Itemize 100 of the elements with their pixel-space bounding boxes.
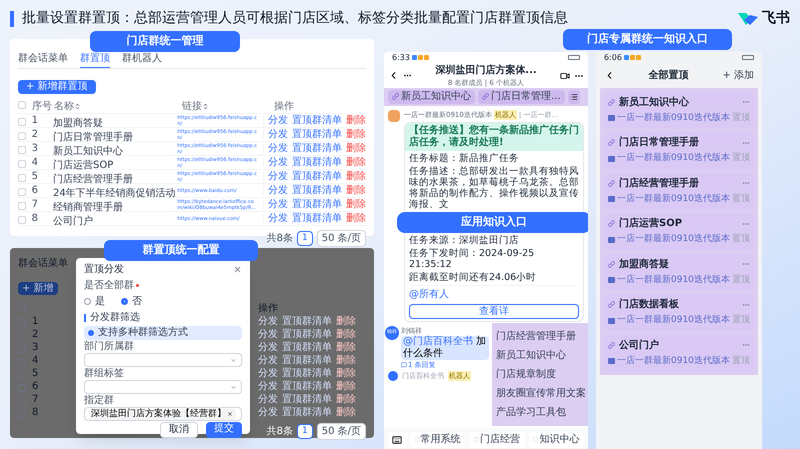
action-link[interactable]: 分发	[258, 368, 278, 378]
delete-link[interactable]: 删除	[346, 130, 366, 140]
action-link[interactable]: 置顶群清单	[292, 116, 342, 126]
action-link[interactable]: 置顶群清单	[292, 214, 342, 224]
add-button[interactable]: + 添加	[722, 68, 754, 83]
checkbox[interactable]	[18, 174, 26, 182]
page-button[interactable]: 1	[296, 424, 313, 440]
notification-icons	[412, 55, 429, 60]
action-link[interactable]: 分发	[268, 116, 288, 126]
action-link[interactable]: 分发	[258, 356, 278, 366]
delete-link[interactable]: 删除	[346, 186, 366, 196]
checkbox[interactable]	[18, 118, 26, 126]
action-link[interactable]: 分发	[258, 330, 278, 340]
page-size-select[interactable]: 50 条/页	[316, 230, 366, 247]
delete-link[interactable]: 删除	[336, 330, 356, 340]
action-link[interactable]: 置顶群清单	[292, 172, 342, 182]
checkbox[interactable]	[18, 100, 26, 108]
checkbox[interactable]	[18, 132, 26, 140]
submit-button[interactable]: 提交	[206, 422, 242, 438]
pin-source: 一店一群最新0910迭代版本	[617, 233, 730, 246]
menu-item[interactable]: 产品学习工具包	[492, 402, 588, 422]
action-link[interactable]: 分发	[268, 200, 288, 210]
action-link[interactable]: 分发	[258, 382, 278, 392]
delete-link[interactable]: 删除	[336, 382, 356, 392]
action-link[interactable]: 分发	[268, 214, 288, 224]
radio-option[interactable]: 是	[84, 294, 105, 309]
action-link[interactable]: 分发	[258, 316, 278, 326]
select-field[interactable]	[84, 353, 242, 367]
pinned-item[interactable]: 门店运营SOP 一店一群最新0910迭代版本 置顶	[604, 213, 754, 250]
delete-link[interactable]: 删除	[336, 408, 356, 418]
checkbox[interactable]	[18, 146, 26, 154]
action-link[interactable]: 置顶群清单	[282, 394, 332, 404]
pinned-item[interactable]: 公司门户 一店一群最新0910迭代版本 置顶	[604, 334, 754, 371]
delete-link[interactable]: 删除	[346, 116, 366, 126]
pinned-item[interactable]: 门店数据看板 一店一群最新0910迭代版本 置顶	[604, 294, 754, 330]
action-link[interactable]: 置顶群清单	[282, 408, 332, 418]
tab[interactable]: 群会话菜单	[18, 51, 68, 68]
delete-link[interactable]: 删除	[346, 214, 366, 224]
menu-item[interactable]: 门店规章制度	[492, 364, 588, 384]
delete-link[interactable]: 删除	[346, 172, 366, 182]
keyboard-button[interactable]	[388, 432, 406, 448]
pinned-item[interactable]: 新员工知识中心 一店一群最新0910迭代版本 置顶	[604, 92, 754, 128]
action-link[interactable]: 置顶群清单	[292, 144, 342, 154]
tab[interactable]: 群机器人	[122, 51, 162, 68]
checkbox[interactable]	[18, 188, 26, 196]
add-button[interactable]: + 新增群置顶	[18, 80, 96, 94]
cancel-button[interactable]: 取消	[160, 422, 198, 438]
action-link[interactable]: 置顶群清单	[282, 382, 332, 392]
action-link[interactable]: 置顶群清单	[282, 368, 332, 378]
sort-icon[interactable]	[202, 102, 209, 110]
action-link[interactable]: 置顶群清单	[292, 186, 342, 196]
details-button[interactable]: 查看详	[409, 304, 579, 318]
delete-link[interactable]: 删除	[346, 158, 366, 168]
pinned-item[interactable]: 门店日常管理手册 一店一群最新0910迭代版本 置顶	[604, 132, 754, 168]
checkbox[interactable]	[18, 202, 26, 210]
pinned-tab[interactable]: 门店日常管理...	[478, 90, 565, 104]
action-link[interactable]: 置顶群清单	[292, 130, 342, 140]
pinned-list-button[interactable]	[568, 90, 580, 104]
delete-link[interactable]: 删除	[336, 316, 356, 326]
action-link[interactable]: 分发	[258, 342, 278, 352]
action-link[interactable]: 置顶群清单	[292, 200, 342, 210]
delete-link[interactable]: 删除	[336, 342, 356, 352]
menu-item[interactable]: 朋友圈宣传常用文案	[492, 384, 588, 402]
action-link[interactable]: 置顶群清单	[282, 356, 332, 366]
menu-tab[interactable]: 门店经营	[469, 432, 525, 448]
action-link[interactable]: 分发	[268, 172, 288, 182]
action-link[interactable]: 分发	[268, 158, 288, 168]
tab[interactable]: 群置顶	[80, 51, 110, 68]
delete-link[interactable]: 删除	[336, 368, 356, 378]
radio-option[interactable]: 否	[121, 294, 142, 309]
menu-item[interactable]: 新员工知识中心	[492, 346, 588, 364]
action-link[interactable]: 分发	[268, 130, 288, 140]
row-name: 门店经营管理手册	[52, 174, 133, 184]
menu-tab[interactable]: 常用系统	[410, 432, 466, 448]
page-size-select[interactable]: 50 条/页	[316, 423, 366, 440]
pinned-item[interactable]: 加盟商答疑 一店一群最新0910迭代版本 置顶	[604, 254, 754, 290]
pinned-item[interactable]: 门店经营管理手册 一店一群最新0910迭代版本 置顶	[604, 172, 754, 209]
delete-link[interactable]: 删除	[336, 394, 356, 404]
action-link[interactable]: 分发	[268, 186, 288, 196]
sort-icon[interactable]	[74, 102, 81, 110]
action-link[interactable]: 置顶群清单	[282, 316, 332, 326]
delete-link[interactable]: 删除	[336, 356, 356, 366]
menu-tab[interactable]: 知识中心	[528, 432, 584, 448]
action-link[interactable]: 分发	[258, 408, 278, 418]
action-link[interactable]: 分发	[268, 144, 288, 154]
remove-icon[interactable]	[227, 411, 233, 417]
delete-link[interactable]: 删除	[346, 200, 366, 210]
checkbox[interactable]	[18, 216, 26, 224]
action-link[interactable]: 置顶群清单	[292, 158, 342, 168]
action-link[interactable]: 置顶群清单	[282, 342, 332, 352]
select-field[interactable]	[84, 380, 242, 394]
pin-tag: 置顶	[732, 314, 750, 328]
page-button[interactable]: 1	[296, 230, 313, 246]
select-field[interactable]: 深圳盐田门店方案体验【经营群】	[84, 407, 242, 421]
delete-link[interactable]: 删除	[346, 144, 366, 154]
action-link[interactable]: 分发	[258, 394, 278, 404]
menu-item[interactable]: 门店经营管理手册	[492, 326, 588, 346]
action-link[interactable]: 置顶群清单	[282, 330, 332, 340]
checkbox[interactable]	[18, 160, 26, 168]
pinned-tab[interactable]: 新员工知识中心	[388, 90, 475, 104]
